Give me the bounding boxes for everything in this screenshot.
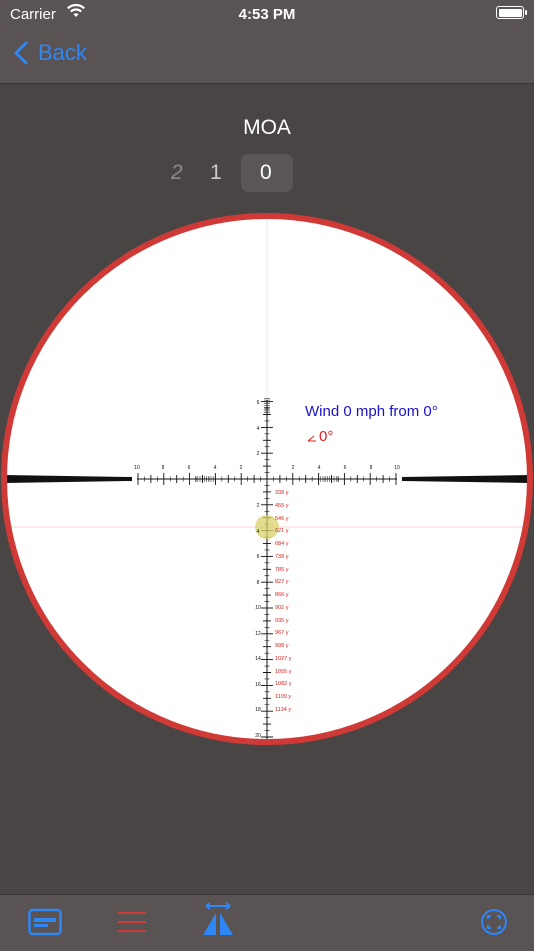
range-label: 546 y bbox=[275, 516, 289, 522]
range-label: 1109 y bbox=[275, 694, 291, 700]
range-label: 1134 y bbox=[275, 707, 291, 713]
v-label: 4 bbox=[257, 426, 260, 432]
range-label: 1027 y bbox=[275, 656, 292, 662]
v-label: 8 bbox=[257, 580, 260, 586]
picker-option-selected[interactable]: 0 bbox=[260, 161, 272, 185]
h-label: 2 bbox=[240, 465, 243, 471]
range-label: 621 y bbox=[275, 528, 289, 534]
card-icon[interactable] bbox=[28, 908, 62, 936]
h-label: 10 bbox=[134, 465, 140, 471]
chevron-left-icon bbox=[14, 41, 28, 65]
battery-icon bbox=[496, 6, 527, 19]
v-label: 6 bbox=[257, 554, 260, 560]
range-label: 866 y bbox=[275, 592, 289, 598]
range-label: 1082 y bbox=[275, 681, 292, 687]
range-label: 684 y bbox=[275, 541, 289, 547]
picker-option[interactable]: 2 bbox=[171, 161, 183, 185]
h-label: 4 bbox=[318, 465, 321, 471]
value-picker[interactable]: 2 1 0 bbox=[0, 152, 534, 194]
range-label: 998 y bbox=[275, 643, 289, 649]
range-label: 902 y bbox=[275, 605, 289, 611]
range-label: 935 y bbox=[275, 618, 289, 624]
v-label: 18 bbox=[255, 707, 261, 713]
v-label: 2 bbox=[257, 503, 260, 509]
range-label: 827 y bbox=[275, 579, 289, 585]
range-label: 738 y bbox=[275, 554, 289, 560]
list-icon[interactable] bbox=[117, 908, 147, 936]
measure-icon[interactable] bbox=[200, 901, 236, 937]
h-label: 8 bbox=[370, 465, 373, 471]
v-label: 4 bbox=[257, 529, 260, 535]
h-label: 4 bbox=[214, 465, 217, 471]
clock: 4:53 PM bbox=[238, 6, 296, 23]
h-label: 6 bbox=[188, 465, 191, 471]
unit-title: MOA bbox=[243, 116, 291, 139]
h-label: 8 bbox=[162, 465, 165, 471]
v-label: 10 bbox=[255, 605, 261, 611]
v-label: 20 bbox=[255, 733, 261, 739]
back-label: Back bbox=[38, 40, 87, 65]
back-button[interactable]: Back bbox=[14, 40, 87, 66]
range-label: 967 y bbox=[275, 630, 289, 636]
h-label: 10 bbox=[394, 465, 400, 471]
h-label: 6 bbox=[344, 465, 347, 471]
v-label: 16 bbox=[255, 682, 261, 688]
v-label: 2 bbox=[257, 451, 260, 457]
status-bar: Carrier 4:53 PM bbox=[0, 0, 534, 28]
picker-option[interactable]: 1 bbox=[210, 161, 222, 185]
range-label: 455 y bbox=[275, 503, 289, 509]
focus-icon[interactable] bbox=[480, 908, 508, 936]
tab-bar bbox=[0, 894, 534, 951]
v-label: 14 bbox=[255, 656, 261, 662]
h-label: 2 bbox=[292, 465, 295, 471]
range-label: 1055 y bbox=[275, 669, 292, 675]
scope-reticle[interactable]: 10 8 6 4 2 2 4 6 8 10 6 4 2 2 4 6 8 10 1… bbox=[0, 212, 534, 748]
wind-readout: Wind 0 mph from 0° bbox=[305, 403, 438, 420]
range-label: 785 y bbox=[275, 567, 289, 573]
navigation-bar: Back bbox=[0, 28, 534, 84]
range-label: 338 y bbox=[275, 490, 289, 496]
v-label: 12 bbox=[255, 631, 261, 637]
wind-angle: 0° bbox=[319, 428, 333, 445]
v-label: 6 bbox=[257, 400, 260, 406]
